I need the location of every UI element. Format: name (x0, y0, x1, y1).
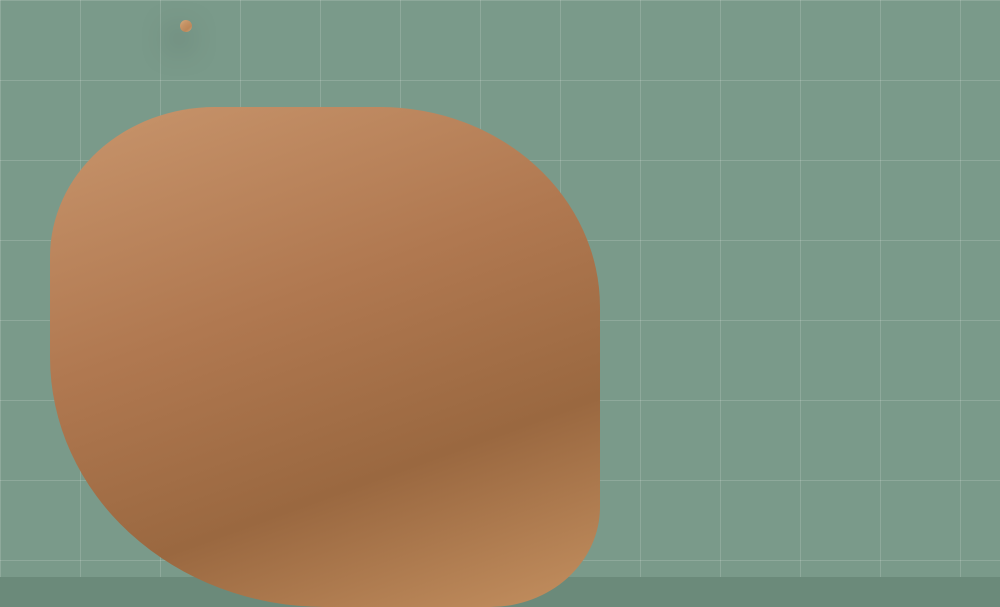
main-scene: 10.52 📶 🔋 BRI mo Hal (0, 0, 1000, 577)
phone-in-hand: 10.52 📶 🔋 BRI mo Hal (179, 19, 192, 32)
hand-background (50, 107, 600, 607)
phone-case: 10.52 📶 🔋 BRI mo Hal (179, 19, 192, 32)
